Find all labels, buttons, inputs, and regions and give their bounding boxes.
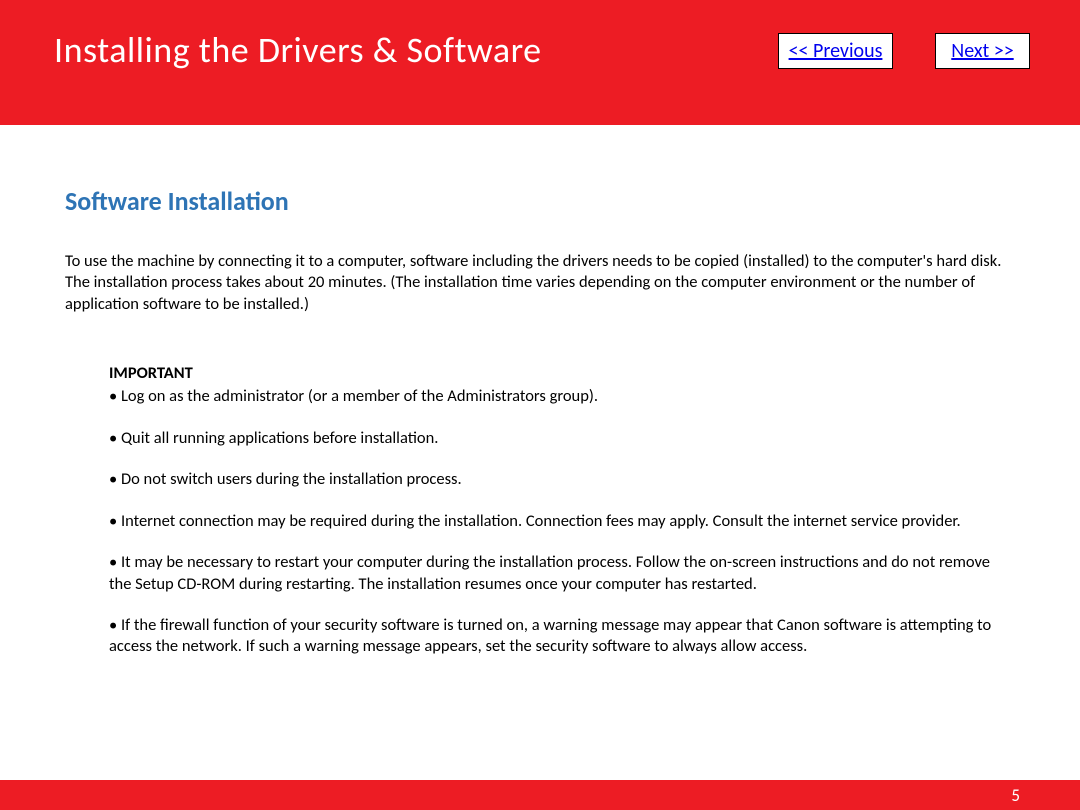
important-notes-block: IMPORTANT • Log on as the administrator … — [65, 363, 1015, 658]
page-number: 5 — [1011, 785, 1020, 806]
previous-button[interactable]: << Previous — [778, 33, 893, 69]
document-page: Installing the Drivers & Software << Pre… — [0, 0, 1080, 810]
page-title: Installing the Drivers & Software — [54, 28, 542, 72]
footer-bar: 5 — [0, 780, 1080, 810]
intro-paragraph: To use the machine by connecting it to a… — [65, 251, 1015, 315]
content-area: Software Installation To use the machine… — [0, 125, 1080, 658]
note-item: • It may be necessary to restart your co… — [109, 552, 1005, 595]
important-label: IMPORTANT — [109, 363, 1005, 383]
section-title: Software Installation — [65, 185, 1015, 217]
note-item: • If the firewall function of your secur… — [109, 615, 1005, 658]
nav-button-group: << Previous Next >> — [778, 33, 1030, 69]
note-item: • Log on as the administrator (or a memb… — [109, 386, 1005, 407]
note-item: • Quit all running applications before i… — [109, 428, 1005, 449]
next-button[interactable]: Next >> — [935, 33, 1030, 69]
note-item: • Internet connection may be required du… — [109, 511, 1005, 532]
note-item: • Do not switch users during the install… — [109, 469, 1005, 490]
header-bar: Installing the Drivers & Software << Pre… — [0, 0, 1080, 125]
